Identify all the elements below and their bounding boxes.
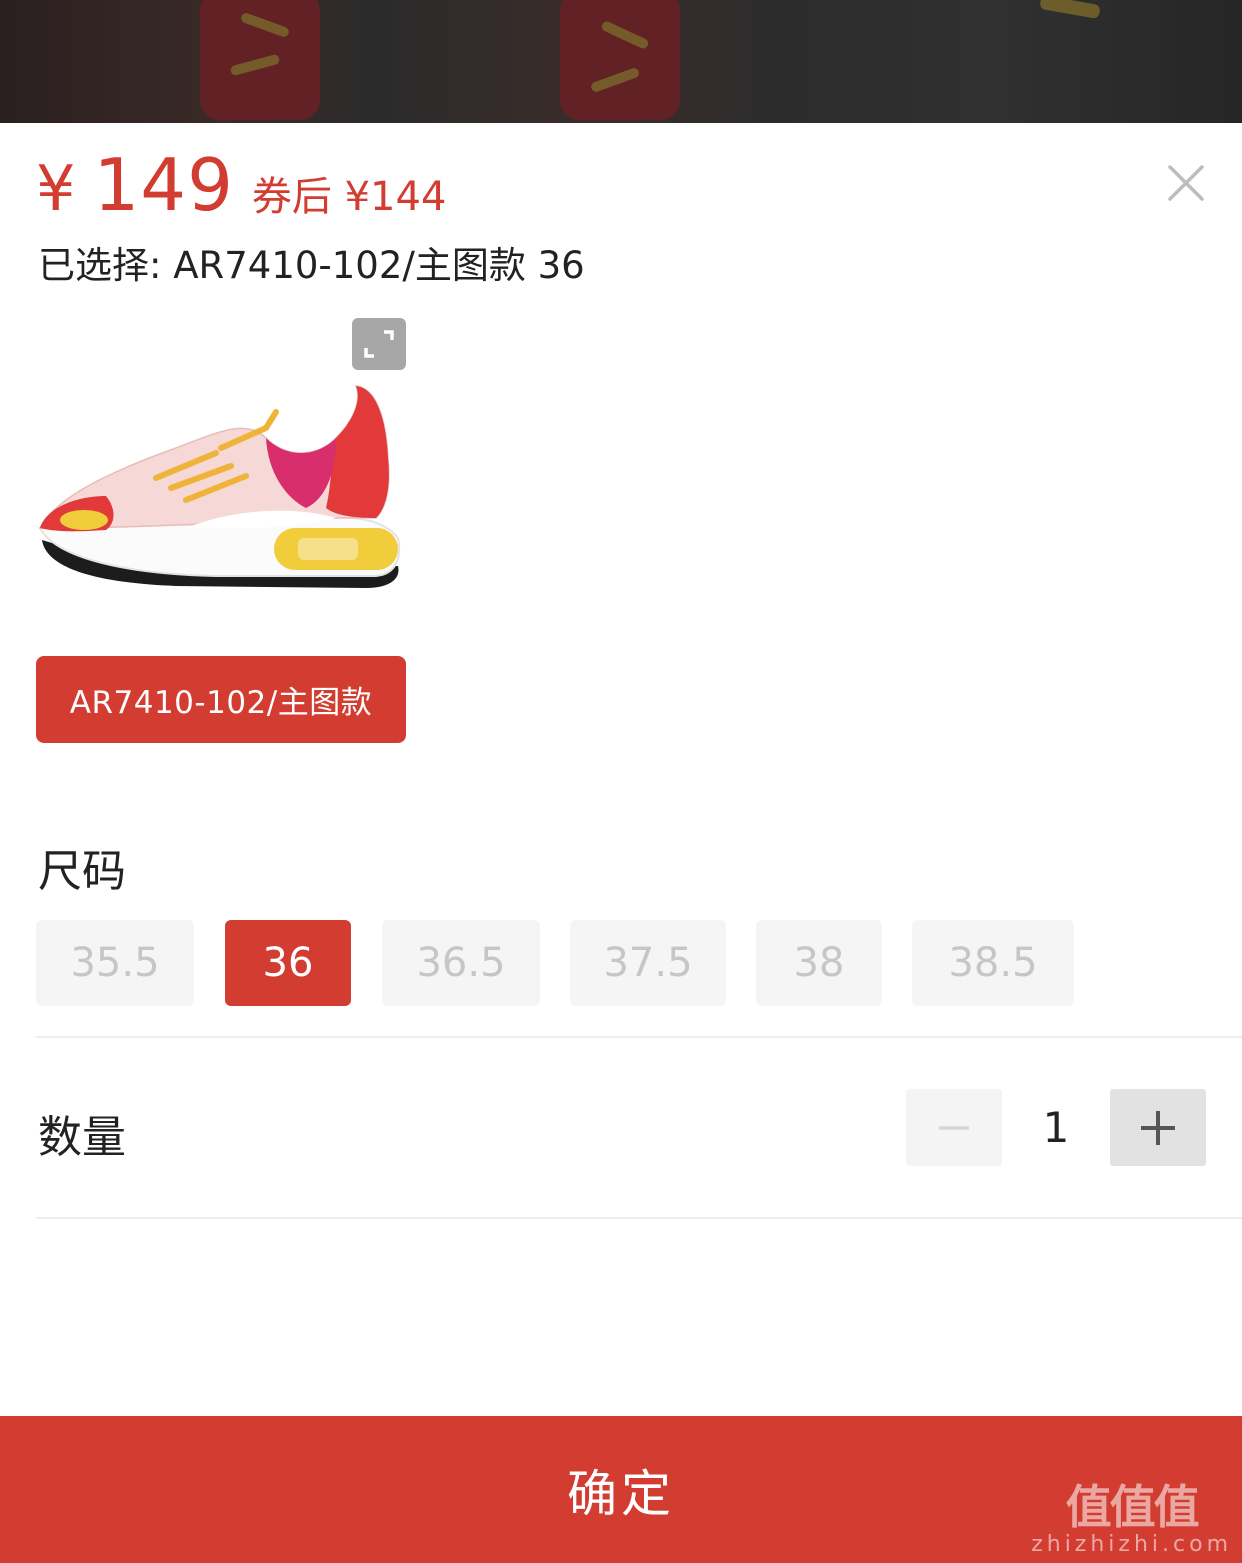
divider (36, 1036, 1242, 1038)
quantity-increase-button[interactable] (1110, 1089, 1206, 1166)
size-option[interactable]: 38.5 (912, 920, 1074, 1006)
product-thumbnail[interactable] (36, 318, 406, 598)
sneaker-image (38, 385, 401, 588)
quantity-value[interactable]: 1 (1002, 1089, 1110, 1166)
watermark-url: zhizhizhi.com (1031, 1532, 1232, 1557)
size-option-selected[interactable]: 36 (225, 920, 351, 1006)
close-button[interactable] (1162, 159, 1210, 207)
divider (36, 1217, 1242, 1219)
variant-option-selected[interactable]: AR7410-102/主图款 (36, 656, 406, 743)
size-section-label: 尺码 (38, 846, 126, 897)
confirm-label: 确定 (567, 1464, 675, 1523)
watermark-brand: 值值值 (1065, 1480, 1200, 1534)
selected-summary: 已选择: AR7410-102/主图款 36 (38, 244, 585, 287)
price-currency: ¥ (36, 152, 76, 225)
plus-icon (1141, 1110, 1175, 1145)
price-row: ¥ 149 券后 ¥144 (36, 143, 447, 227)
price-value: 149 (93, 143, 234, 227)
minus-icon (939, 1125, 969, 1130)
expand-icon (364, 330, 394, 358)
expand-button[interactable] (352, 318, 406, 370)
size-option[interactable]: 36.5 (382, 920, 540, 1006)
sku-selector-sheet: ¥ 149 券后 ¥144 已选择: AR7410-102/主图款 36 AR7… (0, 123, 1242, 1563)
quantity-decrease-button[interactable] (906, 1089, 1002, 1166)
watermark: 值值值 zhizhizhi.com (1031, 1481, 1232, 1557)
quantity-label: 数量 (38, 1112, 126, 1163)
size-option[interactable]: 37.5 (570, 920, 726, 1006)
close-icon (1168, 165, 1204, 201)
size-option[interactable]: 38 (756, 920, 882, 1006)
coupon-price: 券后 ¥144 (251, 174, 447, 220)
confirm-button[interactable]: 确定 值值值 zhizhizhi.com (0, 1416, 1242, 1563)
size-option[interactable]: 35.5 (36, 920, 194, 1006)
dimmed-background[interactable] (0, 0, 1242, 123)
